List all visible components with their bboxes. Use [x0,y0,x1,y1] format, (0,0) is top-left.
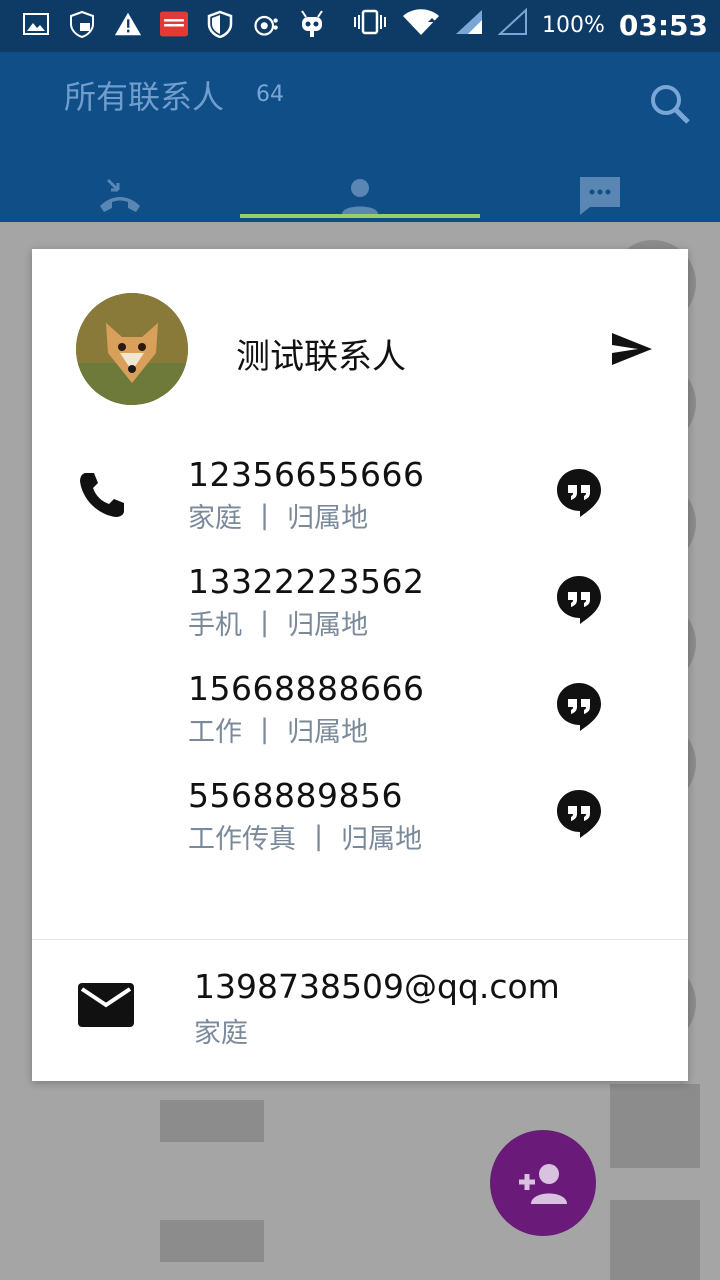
phone-location: 归属地 [287,610,369,641]
list-item [160,1220,264,1262]
status-icons-right: 100% 03:53 [352,7,708,42]
phone-type: 手机 [188,610,242,641]
email-address[interactable]: 1398738509@qq.com [194,967,560,1006]
separator: | [260,714,270,745]
contact-avatar[interactable] [76,293,188,405]
contact-detail-dialog: 测试联系人 12356655666 家庭 | 归属地 13322223562 手机 |… [32,249,688,1081]
phone-location: 归属地 [287,503,369,534]
money-locker-icon [160,10,188,38]
tab-messages[interactable] [480,170,720,222]
email-type: 家庭 [194,1018,248,1049]
avatar [610,1200,700,1280]
warning-icon [114,10,142,38]
camera-icon [252,10,280,38]
status-bar: 100% 03:53 [0,0,720,52]
separator: | [260,607,270,638]
phone-type: 工作传真 [188,824,296,855]
contact-name: 测试联系人 [236,337,406,377]
clock: 03:53 [618,8,708,42]
phone-location: 归属地 [341,824,423,855]
avatar [610,1084,700,1168]
add-contact-button[interactable] [490,1130,596,1236]
search-icon[interactable] [648,82,692,126]
robot-icon [298,10,326,38]
separator: | [260,500,270,531]
phone-icon [76,469,128,521]
contact-count: 64 [256,82,284,107]
page-title: 所有联系人 [64,78,225,116]
phone-type: 工作 [188,717,242,748]
vibrate-icon [352,9,388,41]
separator: | [314,821,324,852]
hangouts-icon[interactable] [554,788,604,840]
signal-icon [454,8,484,42]
list-item [160,1100,264,1142]
tab-indicator [240,214,480,218]
divider [32,939,688,940]
phone-type: 家庭 [188,503,242,534]
email-icon [76,981,136,1029]
add-person-icon [519,1164,567,1204]
status-icons-left [22,10,326,38]
phone-location: 归属地 [287,717,369,748]
call-history-icon [100,178,140,212]
hangouts-icon[interactable] [554,467,604,519]
send-icon[interactable] [610,331,654,367]
shield-lock-icon [68,10,96,38]
tab-calls[interactable] [0,170,240,222]
person-icon [342,179,378,214]
chat-icon [580,177,620,215]
shield-icon [206,10,234,38]
image-icon [22,10,50,38]
hangouts-icon[interactable] [554,681,604,733]
wifi-icon [402,8,440,42]
battery-percent: 100% [541,12,605,38]
signal-empty-icon [497,7,528,42]
hangouts-icon[interactable] [554,574,604,626]
